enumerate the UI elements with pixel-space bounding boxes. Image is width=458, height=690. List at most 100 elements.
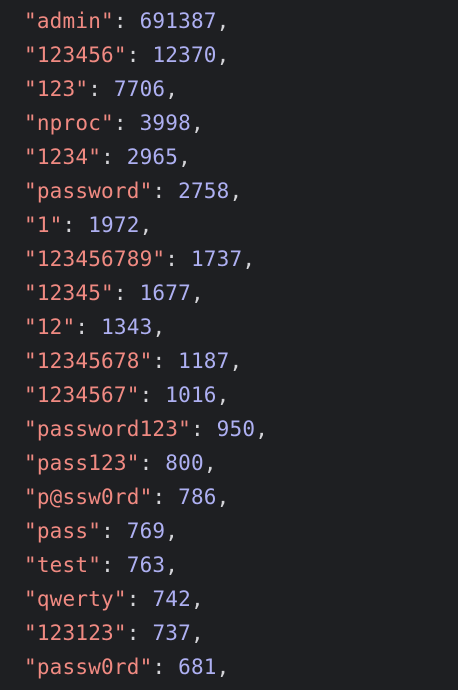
code-line: "password": 2758, — [24, 174, 458, 208]
json-value: 800 — [165, 451, 204, 475]
comma: , — [216, 9, 230, 33]
json-value: 2758 — [178, 179, 230, 203]
colon: : — [152, 349, 179, 373]
colon: : — [101, 145, 127, 169]
json-key: "test" — [24, 553, 102, 577]
code-line: "1234567": 1016, — [24, 378, 458, 412]
json-value: 1737 — [190, 247, 243, 271]
colon: : — [190, 417, 217, 441]
comma: , — [178, 145, 191, 169]
colon: : — [165, 247, 191, 271]
json-value: 681 — [178, 655, 217, 679]
code-line: "1": 1972, — [24, 208, 458, 242]
colon: : — [152, 179, 179, 203]
colon: : — [113, 9, 140, 33]
json-value: 737 — [152, 621, 191, 645]
json-value: 691387 — [139, 9, 217, 33]
comma: , — [165, 77, 179, 101]
comma: , — [190, 621, 204, 645]
json-value: 7706 — [113, 77, 166, 101]
comma: , — [190, 281, 204, 305]
comma: , — [229, 349, 243, 373]
json-key: "pass123" — [24, 451, 140, 475]
code-line: "123123": 737, — [24, 616, 458, 650]
code-line: "pass": 769, — [24, 514, 458, 548]
json-value: 1677 — [139, 281, 191, 305]
json-value: 742 — [152, 587, 191, 611]
comma: , — [165, 519, 179, 543]
code-line: "123456789": 1737, — [24, 242, 458, 276]
json-value: 769 — [126, 519, 166, 543]
code-line: "admin": 691387, — [24, 4, 458, 38]
code-line: "12": 1343, — [24, 310, 458, 344]
json-key: "qwerty" — [24, 587, 127, 611]
colon: : — [139, 451, 166, 475]
code-line: "123": 7706, — [24, 72, 458, 106]
json-key: "12345" — [24, 281, 114, 305]
json-key: "1234567" — [24, 383, 140, 407]
code-line: "test": 763, — [24, 548, 458, 582]
json-key: "123123" — [24, 621, 127, 645]
colon: : — [101, 553, 127, 577]
json-value: 950 — [216, 417, 256, 441]
code-view: "admin": 691387, "123456": 12370, "123":… — [0, 0, 458, 690]
json-value: 786 — [178, 485, 217, 509]
comma: , — [139, 213, 153, 237]
json-key: "123" — [24, 77, 89, 101]
colon: : — [152, 655, 179, 679]
colon: : — [113, 281, 140, 305]
colon: : — [62, 213, 89, 237]
comma: , — [255, 417, 269, 441]
json-key: "password" — [24, 179, 153, 203]
json-value: 3998 — [139, 111, 191, 135]
json-key: "nproc" — [24, 111, 114, 135]
colon: : — [88, 77, 114, 101]
json-key: "passw0rd" — [24, 655, 153, 679]
comma: , — [190, 587, 204, 611]
code-line: "qwerty": 742, — [24, 582, 458, 616]
code-line: "123456": 12370, — [24, 38, 458, 72]
comma: , — [216, 43, 230, 67]
comma: , — [216, 383, 230, 407]
json-value: 1972 — [88, 213, 140, 237]
code-line: "passw0rd": 681, — [24, 650, 458, 684]
comma: , — [216, 655, 230, 679]
json-key: "12" — [24, 315, 76, 339]
code-line: "12345": 1677, — [24, 276, 458, 310]
code-line: "12345678": 1187, — [24, 344, 458, 378]
json-value: 1187 — [178, 349, 230, 373]
json-key: "p@ssw0rd" — [24, 485, 153, 509]
json-key: "12345678" — [24, 349, 153, 373]
comma: , — [229, 179, 243, 203]
json-key: "123456789" — [24, 247, 166, 271]
comma: , — [203, 451, 217, 475]
code-line: "password123": 950, — [24, 412, 458, 446]
comma: , — [165, 553, 179, 577]
json-key: "password123" — [24, 417, 191, 441]
json-value: 1016 — [165, 383, 217, 407]
colon: : — [113, 111, 140, 135]
json-value: 1343 — [101, 315, 153, 339]
colon: : — [75, 315, 102, 339]
json-value: 763 — [126, 553, 166, 577]
json-key: "1234" — [24, 145, 102, 169]
json-value: 12370 — [152, 43, 217, 67]
code-line: "1234": 2965, — [24, 140, 458, 174]
colon: : — [126, 43, 153, 67]
code-line: "p@ssw0rd": 786, — [24, 480, 458, 514]
json-key: "admin" — [24, 9, 114, 33]
code-line: "pass123": 800, — [24, 446, 458, 480]
json-key: "1" — [24, 213, 63, 237]
comma: , — [190, 111, 204, 135]
json-key: "pass" — [24, 519, 102, 543]
code-line: "nproc": 3998, — [24, 106, 458, 140]
colon: : — [101, 519, 127, 543]
comma: , — [152, 315, 166, 339]
json-value: 2965 — [126, 145, 179, 169]
comma: , — [242, 247, 256, 271]
json-key: "123456" — [24, 43, 127, 67]
colon: : — [139, 383, 166, 407]
colon: : — [152, 485, 179, 509]
colon: : — [126, 621, 153, 645]
colon: : — [126, 587, 153, 611]
